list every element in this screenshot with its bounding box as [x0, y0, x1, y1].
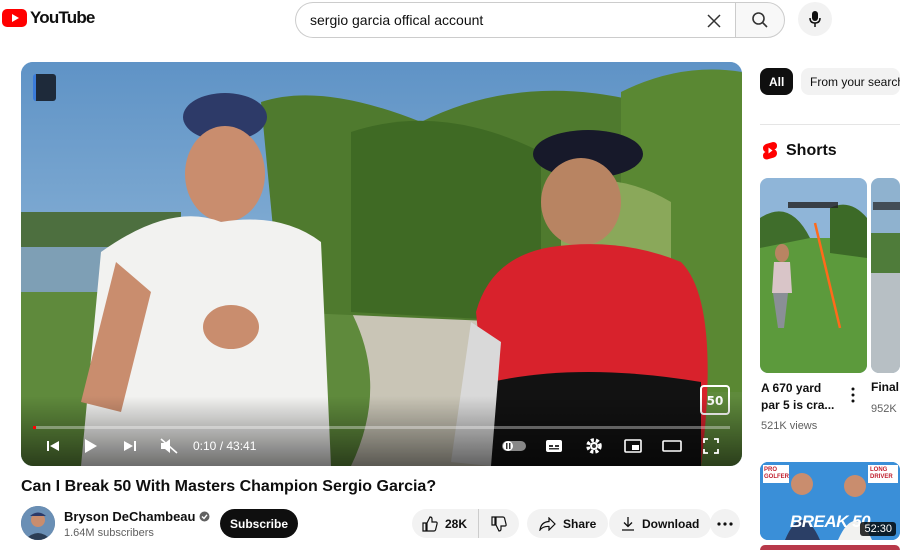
clear-search-icon[interactable]: [703, 10, 725, 32]
voice-search-button[interactable]: [798, 2, 832, 36]
long-driver-badge: LONG DRIVER: [870, 467, 893, 480]
shorts-label: Shorts: [786, 141, 837, 159]
download-button[interactable]: Download: [609, 509, 712, 538]
short-views: 952K: [871, 403, 897, 415]
more-actions-button[interactable]: [710, 509, 740, 538]
video-duration: 52:30: [860, 522, 896, 536]
short-title[interactable]: A 670 yard par 5 is cra...: [761, 380, 841, 414]
thumbnail-text: BREAK 50: [790, 512, 871, 531]
like-count: 28K: [445, 516, 468, 531]
thumbs-down-icon: [491, 515, 507, 532]
shorts-icon: [763, 142, 777, 160]
youtube-play-icon: [2, 9, 27, 27]
sidebar-divider: [760, 124, 900, 125]
progress-bar[interactable]: [33, 426, 730, 429]
search-box[interactable]: [295, 2, 735, 38]
previous-icon[interactable]: [41, 434, 65, 458]
pro-golfer-badge: PRO GOLFER: [764, 467, 789, 480]
like-dislike-group: 28K: [412, 509, 519, 538]
channel-watermark-chip: [33, 74, 56, 101]
more-horizontal-icon: [717, 521, 733, 526]
miniplayer-icon[interactable]: [621, 434, 645, 458]
youtube-logo[interactable]: YouTube: [2, 8, 95, 28]
dislike-button[interactable]: [479, 509, 519, 538]
short-title[interactable]: Final: [871, 380, 899, 394]
autoplay-toggle-icon[interactable]: [500, 434, 528, 458]
share-icon: [539, 516, 556, 531]
progress-fill: [33, 426, 36, 429]
subtitles-icon[interactable]: [542, 434, 566, 458]
short-thumbnail[interactable]: [760, 178, 867, 373]
microphone-icon: [809, 11, 821, 27]
shorts-header: Shorts: [762, 141, 837, 160]
recommended-video-thumbnail[interactable]: [760, 545, 900, 550]
mute-icon[interactable]: [157, 434, 181, 458]
theater-mode-icon[interactable]: [660, 434, 684, 458]
filter-chip-from-your-search[interactable]: From your search: [801, 68, 900, 95]
play-icon[interactable]: [79, 434, 103, 458]
settings-gear-icon[interactable]: [582, 434, 606, 458]
video-title: Can I Break 50 With Masters Champion Ser…: [21, 478, 437, 495]
like-button[interactable]: 28K: [412, 509, 479, 538]
short-options-icon[interactable]: [848, 386, 858, 404]
share-label: Share: [563, 516, 597, 531]
filter-chip-all[interactable]: All: [760, 68, 794, 95]
recommended-video-thumbnail[interactable]: PRO GOLFER LONG DRIVER BREAK 50 52:30: [760, 462, 900, 540]
subscriber-count: 1.64M subscribers: [64, 527, 154, 539]
logo-text: YouTube: [30, 8, 95, 27]
video-player[interactable]: 50 0:10 / 43:41: [21, 62, 742, 466]
verified-icon: [199, 511, 210, 522]
time-display: 0:10 / 43:41: [193, 439, 257, 453]
fullscreen-icon[interactable]: [699, 434, 723, 458]
share-button[interactable]: Share: [527, 509, 609, 538]
search-input[interactable]: [310, 12, 700, 28]
download-label: Download: [642, 516, 700, 531]
channel-name-text: Bryson DeChambeau: [64, 509, 196, 524]
short-thumbnail[interactable]: [871, 178, 900, 373]
thumbs-up-icon: [422, 515, 438, 532]
search-button[interactable]: [735, 2, 785, 38]
search-icon: [752, 12, 768, 28]
player-controls: 0:10 / 43:41: [21, 434, 742, 458]
next-icon[interactable]: [118, 434, 142, 458]
short-views: 521K views: [761, 420, 818, 432]
channel-avatar[interactable]: [21, 506, 55, 540]
subscribe-button[interactable]: Subscribe: [220, 509, 298, 538]
download-icon: [622, 517, 634, 531]
channel-name[interactable]: Bryson DeChambeau: [64, 509, 210, 524]
